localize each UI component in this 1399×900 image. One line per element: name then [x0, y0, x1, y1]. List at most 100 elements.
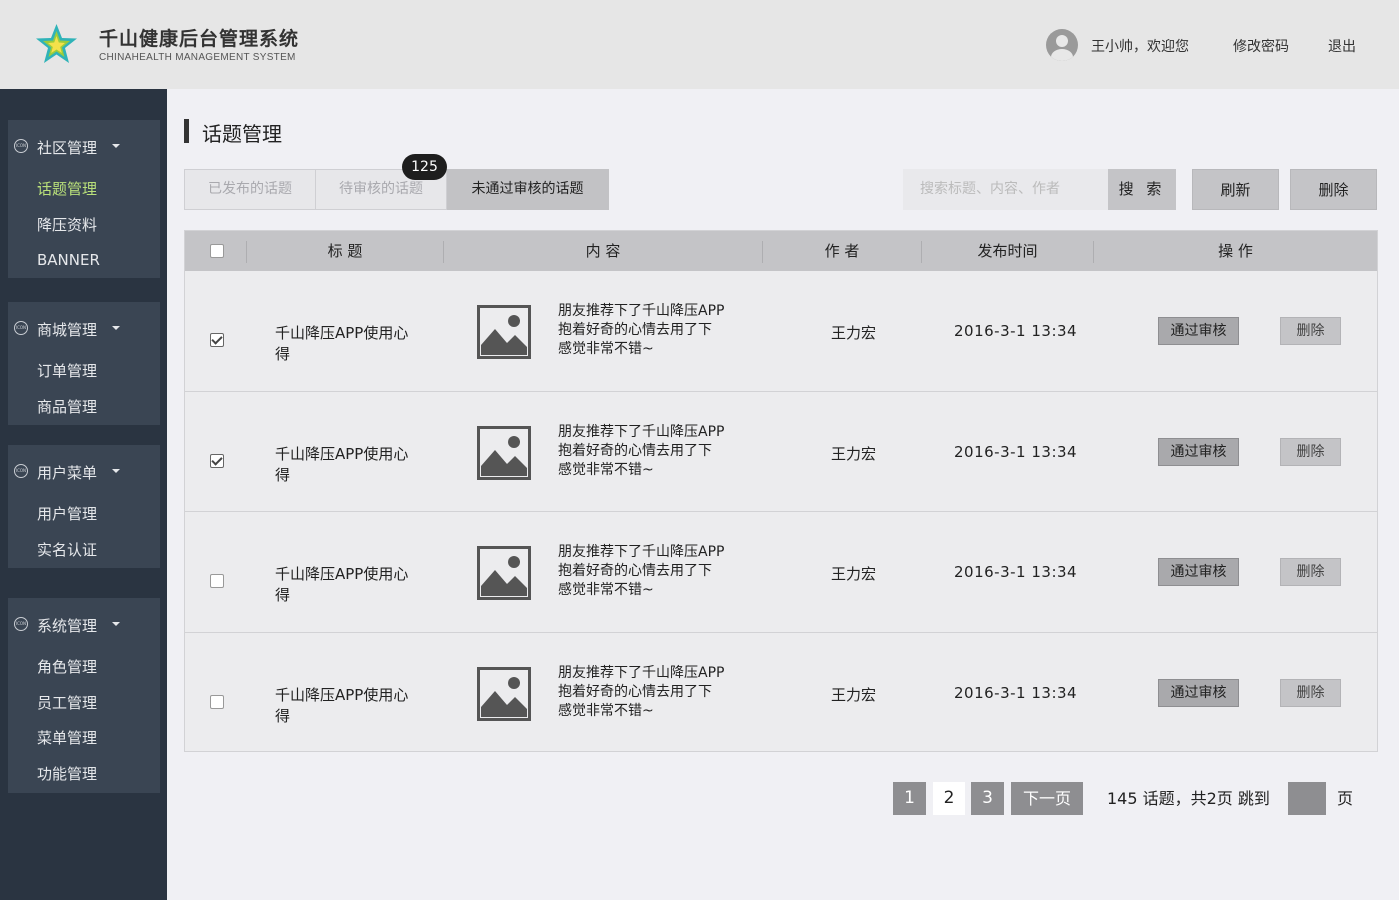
- user-avatar[interactable]: [1046, 29, 1078, 61]
- row-checkbox[interactable]: [210, 574, 224, 588]
- row-checkbox[interactable]: [210, 453, 224, 468]
- menu-head-community[interactable]: ICON 社区管理: [8, 120, 160, 172]
- pagination-summary: 145 话题，共2页 跳到: [1107, 789, 1270, 808]
- select-all-checkbox[interactable]: [210, 244, 224, 258]
- row-checkbox[interactable]: [210, 694, 224, 709]
- row-delete-button[interactable]: 删除: [1280, 678, 1341, 707]
- bulk-delete-button[interactable]: 删除: [1290, 169, 1377, 210]
- row-content-line: 朋友推荐下了千山降压APP: [558, 664, 725, 681]
- row-author: 王力宏: [831, 685, 877, 704]
- image-placeholder-icon: [477, 425, 531, 480]
- row-delete-button[interactable]: 删除: [1280, 317, 1341, 345]
- image-placeholder-icon: [477, 666, 531, 721]
- row-content-line: 抱着好奇的心情去用了下: [558, 563, 712, 579]
- sidebar-item-topic-management[interactable]: 话题管理: [8, 172, 160, 208]
- row-content-line: 朋友推荐下了千山降压APP: [558, 423, 725, 440]
- approve-button[interactable]: 通过审核: [1158, 678, 1239, 707]
- row-title: 千山降压APP使用心得: [275, 565, 409, 604]
- row-delete-button[interactable]: 删除: [1280, 558, 1341, 586]
- logout-link[interactable]: 退出: [1328, 36, 1356, 56]
- row-checkbox[interactable]: [210, 333, 224, 347]
- welcome-text: 王小帅，欢迎您: [1091, 39, 1189, 55]
- caret-down-icon: [112, 469, 120, 473]
- system-icon: ICON: [14, 617, 28, 631]
- approve-button[interactable]: 通过审核: [1158, 437, 1239, 466]
- sidebar-item-menus[interactable]: 菜单管理: [8, 721, 160, 757]
- row-content-line: 抱着好奇的心情去用了下: [558, 442, 712, 459]
- row-publish-time: 2016-3-1 13:34: [954, 683, 1078, 702]
- app-subtitle: CHINAHEALTH MANAGEMENT SYSTEM: [99, 52, 296, 63]
- menu-head-label: 社区管理: [37, 139, 98, 157]
- table-header: 标 题 内 容 作 者 发布时间 操 作: [185, 231, 1377, 271]
- menu-head-system[interactable]: ICON 系统管理: [8, 598, 160, 650]
- change-password-link[interactable]: 修改密码: [1233, 36, 1289, 56]
- row-delete-button[interactable]: 删除: [1280, 437, 1341, 466]
- image-placeholder-icon: [477, 546, 531, 600]
- menu-group-mall: ICON 商城管理 订单管理 商品管理: [8, 302, 160, 425]
- page-2-button[interactable]: 2: [933, 782, 965, 815]
- next-page-button[interactable]: 下一页: [1011, 782, 1083, 815]
- approve-button[interactable]: 通过审核: [1158, 317, 1239, 345]
- menu-group-community: ICON 社区管理 话题管理 降压资料 BANNER: [8, 120, 160, 278]
- row-content-line: 感觉非常不错~: [558, 461, 654, 478]
- row-content-line: 抱着好奇的心情去用了下: [558, 322, 712, 338]
- sidebar-item-users[interactable]: 用户管理: [8, 497, 160, 533]
- sidebar-item-functions[interactable]: 功能管理: [8, 757, 160, 793]
- column-header-actions: 操 作: [1218, 242, 1253, 260]
- menu-head-label: 商城管理: [37, 321, 98, 339]
- sidebar-item-staff[interactable]: 员工管理: [8, 686, 160, 722]
- row-content-line: 朋友推荐下了千山降压APP: [558, 544, 725, 560]
- sidebar: ICON 社区管理 话题管理 降压资料 BANNER ICON 商城管理 订单管…: [0, 89, 167, 900]
- sidebar-item-pressure-materials[interactable]: 降压资料: [8, 208, 160, 244]
- row-author: 王力宏: [831, 565, 877, 583]
- row-content-line: 朋友推荐下了千山降压APP: [558, 303, 725, 319]
- row-author: 王力宏: [831, 444, 877, 463]
- top-header: 千山健康后台管理系统 CHINAHEALTH MANAGEMENT SYSTEM…: [0, 0, 1399, 89]
- search-input[interactable]: 搜索标题、内容、作者: [903, 169, 1108, 210]
- tab-published[interactable]: 已发布的话题: [184, 169, 316, 210]
- table-row: 千山降压APP使用心得 朋友推荐下了千山降压APP 抱着好奇的心情去用了下 感觉非常不…: [185, 392, 1377, 512]
- page-3-button[interactable]: 3: [971, 782, 1004, 815]
- row-content-line: 抱着好奇的心情去用了下: [558, 683, 712, 700]
- table-row: 千山降压APP使用心得 朋友推荐下了千山降压APP 抱着好奇的心情去用了下 感觉非常不…: [185, 512, 1377, 633]
- sidebar-item-real-name-auth[interactable]: 实名认证: [8, 533, 160, 569]
- avatar-body-shape: [1051, 49, 1073, 61]
- row-publish-time: 2016-3-1 13:34: [954, 563, 1078, 581]
- jump-to-page-input[interactable]: [1288, 782, 1326, 815]
- row-title: 千山降压APP使用心得: [275, 685, 409, 725]
- caret-down-icon: [112, 622, 120, 626]
- caret-down-icon: [112, 144, 120, 148]
- page-title-accent: [184, 119, 189, 143]
- sidebar-item-orders[interactable]: 订单管理: [8, 354, 160, 390]
- row-content-line: 感觉非常不错~: [558, 582, 654, 598]
- table-row: 千山降压APP使用心得 朋友推荐下了千山降压APP 抱着好奇的心情去用了下 感觉非常不…: [185, 271, 1377, 392]
- approve-button[interactable]: 通过审核: [1158, 558, 1239, 586]
- column-header-content: 内 容: [585, 242, 621, 260]
- row-title: 千山降压APP使用心得: [275, 444, 409, 484]
- row-content: 朋友推荐下了千山降压APP 抱着好奇的心情去用了下 感觉非常不错~: [558, 302, 724, 359]
- page-title: 话题管理: [202, 122, 282, 146]
- menu-head-label: 用户菜单: [37, 464, 98, 482]
- logo-star-icon: [36, 24, 77, 63]
- tab-rejected[interactable]: 未通过审核的话题: [447, 169, 609, 210]
- topic-tabs: 已发布的话题 待审核的话题 未通过审核的话题: [184, 169, 609, 210]
- row-author: 王力宏: [831, 324, 877, 342]
- menu-head-mall[interactable]: ICON 商城管理: [8, 302, 160, 354]
- sidebar-item-products[interactable]: 商品管理: [8, 390, 160, 426]
- column-header-title: 标 题: [327, 242, 363, 260]
- avatar-head-shape: [1056, 35, 1068, 47]
- menu-group-system: ICON 系统管理 角色管理 员工管理 菜单管理 功能管理: [8, 598, 160, 793]
- topics-table: 标 题 内 容 作 者 发布时间 操 作 千山降压APP使用心得朋友推荐下了千山…: [184, 230, 1378, 752]
- menu-group-user: ICON 用户菜单 用户管理 实名认证: [8, 445, 160, 568]
- sidebar-item-roles[interactable]: 角色管理: [8, 650, 160, 686]
- row-content: 朋友推荐下了千山降压APP 抱着好奇的心情去用了下 感觉非常不错~: [558, 423, 724, 480]
- pending-count-badge: 125: [402, 154, 447, 180]
- search-button[interactable]: 搜 索: [1108, 169, 1176, 210]
- menu-head-user[interactable]: ICON 用户菜单: [8, 445, 160, 497]
- refresh-button[interactable]: 刷新: [1192, 169, 1279, 210]
- column-header-author: 作 者: [824, 242, 860, 260]
- page-1-button[interactable]: 1: [893, 782, 926, 815]
- app-title: 千山健康后台管理系统: [99, 28, 300, 50]
- caret-down-icon: [112, 326, 120, 330]
- sidebar-item-banner[interactable]: BANNER: [8, 243, 160, 279]
